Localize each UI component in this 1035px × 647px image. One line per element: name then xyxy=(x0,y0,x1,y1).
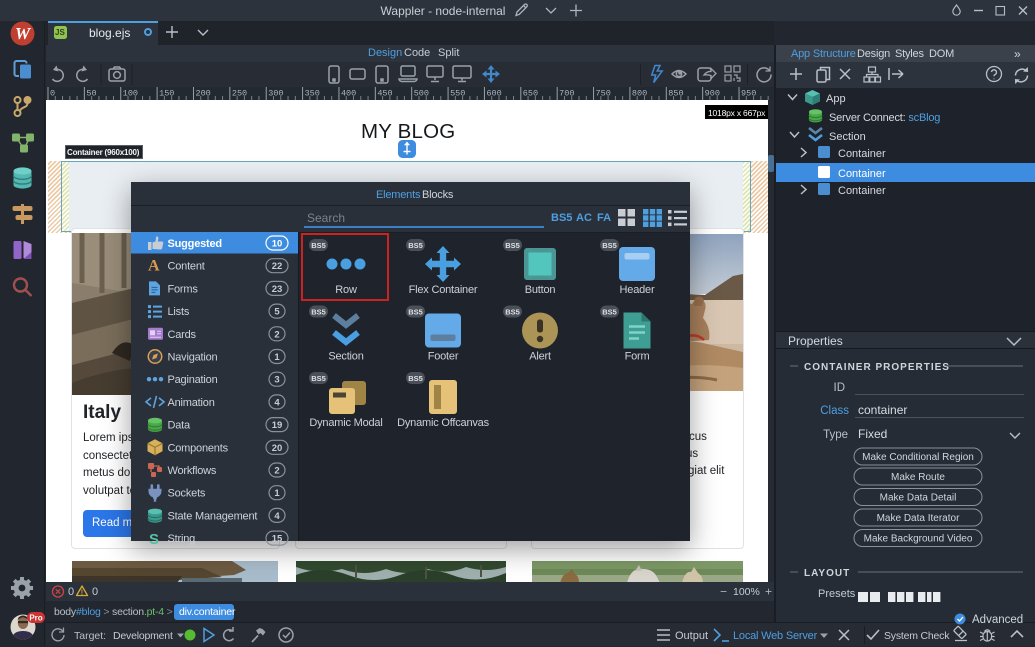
svg-text:2: 2 xyxy=(274,329,279,340)
svg-text:19: 19 xyxy=(272,420,283,431)
svg-text:1: 1 xyxy=(274,352,280,363)
svg-text:23: 23 xyxy=(272,284,283,295)
svg-text:S: S xyxy=(149,531,159,548)
svg-text:Flex Container: Flex Container xyxy=(409,284,478,296)
svg-text:Make Route: Make Route xyxy=(891,472,945,483)
svg-text:−: − xyxy=(720,585,727,599)
svg-text:Footer: Footer xyxy=(428,351,459,363)
svg-text:Suggested: Suggested xyxy=(168,238,222,250)
svg-text:System Check: System Check xyxy=(884,630,950,642)
svg-text:Animation: Animation xyxy=(168,397,215,409)
svg-text:BS5: BS5 xyxy=(408,308,423,317)
svg-text:15: 15 xyxy=(272,534,283,545)
svg-text:Local Web Server: Local Web Server xyxy=(733,630,818,642)
svg-text:Pagination: Pagination xyxy=(168,374,218,386)
svg-text:BS5: BS5 xyxy=(408,374,423,383)
svg-text:String: String xyxy=(168,533,196,545)
svg-text:Form: Form xyxy=(625,351,650,363)
svg-text:Make Conditional Region: Make Conditional Region xyxy=(862,452,974,463)
svg-text:Lists: Lists xyxy=(168,306,190,318)
svg-text:20: 20 xyxy=(272,443,283,454)
svg-text:Output: Output xyxy=(675,630,708,642)
svg-text:Workflows: Workflows xyxy=(168,465,217,477)
svg-text:5: 5 xyxy=(274,307,280,318)
svg-text:Content: Content xyxy=(168,261,205,273)
svg-text:Class: Class xyxy=(820,405,849,417)
svg-text:BS5: BS5 xyxy=(311,241,326,250)
svg-text:Alert: Alert xyxy=(529,351,551,363)
svg-text:100%: 100% xyxy=(733,586,760,598)
svg-text:Type: Type xyxy=(823,429,848,441)
svg-text:Data: Data xyxy=(168,420,192,432)
svg-text:Server Connect: scBlog: Server Connect: scBlog xyxy=(829,112,940,124)
svg-text:Advanced: Advanced xyxy=(972,614,1023,626)
svg-text:Container: Container xyxy=(838,168,886,180)
svg-text:Development: Development xyxy=(113,630,173,642)
svg-text:ID: ID xyxy=(834,382,846,394)
svg-text:4: 4 xyxy=(274,397,280,408)
svg-text:+: + xyxy=(765,585,772,599)
svg-text:22: 22 xyxy=(272,261,283,272)
svg-text:Header: Header xyxy=(620,284,655,296)
svg-text:CONTAINER PROPERTIES: CONTAINER PROPERTIES xyxy=(804,362,950,373)
svg-text:BS5: BS5 xyxy=(505,308,520,317)
svg-text:Fixed: Fixed xyxy=(858,427,887,441)
svg-text:Pro: Pro xyxy=(29,614,42,623)
svg-text:2: 2 xyxy=(274,466,279,477)
svg-text:Forms: Forms xyxy=(168,283,199,295)
svg-text:Presets: Presets xyxy=(818,588,856,600)
svg-text:Make Data Iterator: Make Data Iterator xyxy=(877,513,960,524)
svg-text:Make Background Video: Make Background Video xyxy=(864,534,973,545)
svg-text:Container: Container xyxy=(838,185,886,197)
svg-text:Dynamic Modal: Dynamic Modal xyxy=(309,417,382,429)
svg-text:Components: Components xyxy=(168,442,229,454)
svg-text:W: W xyxy=(15,24,32,43)
svg-text:Row: Row xyxy=(335,284,357,296)
svg-text:BS5: BS5 xyxy=(408,241,423,250)
svg-text:Section: Section xyxy=(829,131,866,143)
svg-text:4: 4 xyxy=(274,511,280,522)
svg-text:Dynamic Offcanvas: Dynamic Offcanvas xyxy=(397,417,489,429)
svg-text:container: container xyxy=(858,403,907,417)
svg-text:0: 0 xyxy=(92,586,98,598)
svg-text:BS5: BS5 xyxy=(505,241,520,250)
svg-text:1: 1 xyxy=(274,488,280,499)
svg-text:Make Data Detail: Make Data Detail xyxy=(880,493,957,504)
svg-text:0: 0 xyxy=(50,89,55,99)
svg-text:Target:: Target: xyxy=(74,630,106,642)
svg-text:Button: Button xyxy=(525,284,556,296)
svg-text:Sockets: Sockets xyxy=(168,488,206,500)
svg-text:LAYOUT: LAYOUT xyxy=(804,568,850,579)
svg-text:Cards: Cards xyxy=(168,329,197,341)
svg-text:Section: Section xyxy=(328,351,363,363)
svg-text:BS5: BS5 xyxy=(311,308,326,317)
svg-text:BS5: BS5 xyxy=(311,374,326,383)
svg-text:BS5: BS5 xyxy=(602,241,617,250)
svg-text:A: A xyxy=(148,258,160,275)
svg-text:State Management: State Management xyxy=(168,510,258,522)
svg-text:!: ! xyxy=(81,590,83,597)
svg-text:3: 3 xyxy=(274,375,279,386)
svg-text:Container: Container xyxy=(838,148,886,160)
svg-text:10: 10 xyxy=(272,239,283,250)
svg-text:App: App xyxy=(826,93,846,105)
svg-text:0: 0 xyxy=(68,586,74,598)
svg-text:Navigation: Navigation xyxy=(168,352,218,364)
svg-text:BS5: BS5 xyxy=(602,308,617,317)
